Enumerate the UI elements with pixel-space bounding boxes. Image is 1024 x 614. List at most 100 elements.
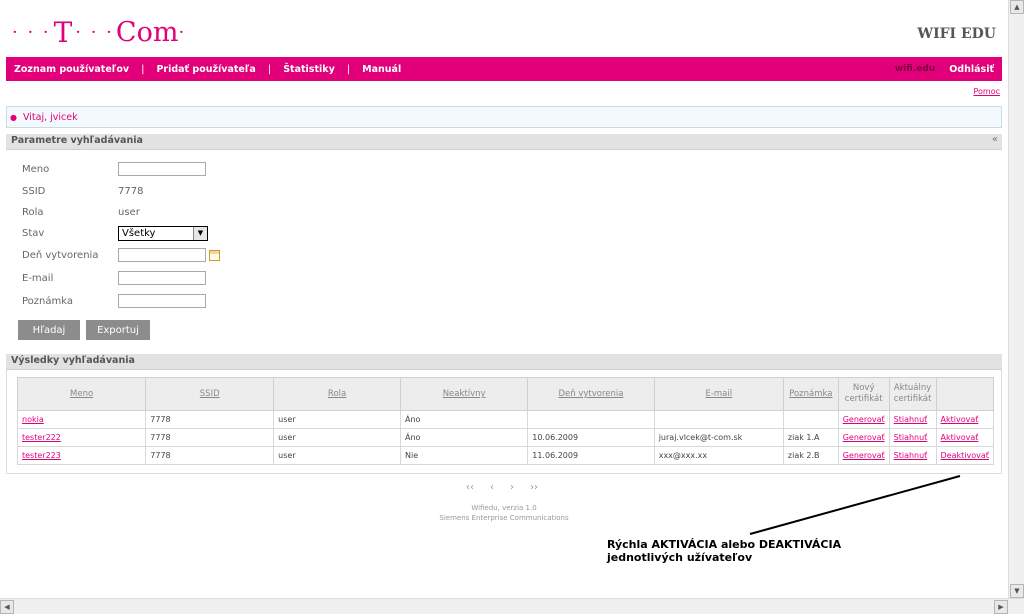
inactive-cell: Nie — [399, 446, 529, 465]
scroll-down-icon[interactable]: ▼ — [1010, 584, 1024, 598]
scroll-right-icon[interactable]: ▶ — [994, 600, 1008, 614]
export-button[interactable]: Exportuj — [86, 320, 150, 340]
created-cell — [527, 410, 655, 429]
email-cell — [653, 410, 784, 429]
created-cell: 11.06.2009 — [527, 446, 655, 465]
column-header-new-cert: Nový certifikát — [837, 377, 890, 411]
download-cert-link[interactable]: Stiahnuť — [894, 433, 928, 442]
role-cell: user — [273, 446, 401, 465]
note-cell — [782, 410, 839, 429]
logo-dots: · · · — [12, 21, 51, 43]
activate-link[interactable]: Aktivovať — [941, 415, 979, 424]
scroll-left-icon[interactable]: ◀ — [0, 600, 14, 614]
name-label: Meno — [22, 163, 50, 175]
nav-item-users[interactable]: Zoznam používateľov — [14, 64, 129, 75]
note-input[interactable] — [118, 294, 206, 308]
calendar-icon[interactable] — [209, 249, 220, 261]
nav-separator: | — [346, 63, 351, 75]
main-nav: Zoznam používateľov | Pridať používateľa… — [6, 57, 1002, 81]
column-header-note[interactable]: Poznámka — [782, 377, 839, 411]
role-value: user — [118, 206, 140, 218]
user-name-link[interactable]: tester222 — [22, 433, 61, 442]
generate-cert-link[interactable]: Generovať — [843, 451, 885, 460]
logo-com: Com — [115, 16, 179, 48]
nav-item-add-user[interactable]: Pridať používateľa — [156, 64, 255, 75]
t-com-logo: · · · T · · · Com · — [12, 15, 187, 49]
results-section-header: Výsledky vyhľadávania — [6, 354, 1002, 370]
form-row-name: Meno — [22, 160, 206, 178]
form-row-note: Poznámka — [22, 292, 206, 310]
horizontal-scrollbar[interactable]: ◀ ▶ — [0, 598, 1024, 614]
welcome-box: ● Vitaj, jvicek — [6, 106, 1002, 128]
app-title: WIFI EDU — [917, 26, 996, 42]
nav-item-manual[interactable]: Manuál — [362, 64, 401, 75]
table-row: tester223 7778 user Nie 11.06.2009 xxx@x… — [16, 446, 995, 465]
help-link[interactable]: Pomoc — [973, 87, 1000, 96]
annotation-line-2: jednotlivých užívateľov — [607, 551, 753, 564]
ssid-cell: 7778 — [145, 428, 275, 447]
column-header-current-cert: Aktuálny certifikát — [888, 377, 937, 411]
first-page-button[interactable]: ‹‹ — [466, 482, 474, 493]
inactive-cell: Áno — [399, 428, 529, 447]
search-section-title: Parametre vyhľadávania — [11, 135, 143, 146]
bullet-icon: ● — [10, 112, 17, 122]
created-cell: 10.06.2009 — [527, 428, 655, 447]
results-table: Meno SSID Rola Neaktívny Deň vytvorenia … — [16, 377, 995, 465]
search-button[interactable]: Hľadaj — [18, 320, 80, 340]
ssid-label: SSID — [22, 185, 46, 197]
nav-separator: | — [141, 63, 145, 75]
email-input[interactable] — [118, 271, 206, 285]
deactivate-link[interactable]: Deaktivovať — [941, 451, 989, 460]
collapse-icon[interactable]: « — [992, 134, 998, 145]
form-row-created: Deň vytvorenia — [22, 246, 220, 264]
note-label: Poznámka — [22, 295, 73, 307]
chevron-down-icon[interactable]: ▼ — [193, 226, 207, 240]
vertical-scrollbar[interactable]: ▲ ▼ — [1008, 0, 1024, 598]
name-input[interactable] — [118, 162, 206, 176]
form-row-state: Stav Všetky ▼ — [22, 224, 208, 242]
email-cell: juraj.vlcek@t-com.sk — [653, 428, 784, 447]
created-label: Deň vytvorenia — [22, 249, 99, 261]
logo-dots: · — [178, 21, 187, 43]
role-cell: user — [273, 428, 401, 447]
created-date-input[interactable] — [118, 248, 206, 262]
column-header-inactive[interactable]: Neaktívny — [399, 377, 529, 411]
column-header-action — [935, 377, 995, 411]
download-cert-link[interactable]: Stiahnuť — [894, 451, 928, 460]
activate-link[interactable]: Aktivovať — [941, 433, 979, 442]
search-section-header: Parametre vyhľadávania « — [6, 134, 1002, 150]
table-header-row: Meno SSID Rola Neaktívny Deň vytvorenia … — [16, 377, 995, 411]
generate-cert-link[interactable]: Generovať — [843, 433, 885, 442]
logo-t: T — [53, 15, 73, 49]
welcome-text: Vitaj, jvicek — [22, 111, 78, 123]
logout-link[interactable]: Odhlásiť — [949, 64, 994, 75]
last-page-button[interactable]: ›› — [530, 482, 538, 493]
email-label: E-mail — [22, 272, 54, 284]
column-header-role[interactable]: Rola — [273, 377, 401, 411]
form-row-ssid: SSID 7778 — [22, 182, 143, 200]
inactive-cell: Áno — [399, 410, 529, 429]
logo-dots: · · · — [75, 21, 114, 43]
page: · · · T · · · Com · WIFI EDU Zoznam použ… — [0, 0, 1008, 598]
state-select[interactable]: Všetky ▼ — [118, 225, 208, 241]
next-page-button[interactable]: › — [510, 482, 514, 493]
annotation-line-1: Rýchla AKTIVÁCIA alebo DEAKTIVÁCIA — [607, 538, 842, 551]
state-selected-value: Všetky — [122, 227, 156, 239]
prev-page-button[interactable]: ‹ — [490, 482, 494, 493]
column-header-name[interactable]: Meno — [16, 377, 147, 411]
state-label: Stav — [22, 227, 45, 239]
column-header-created[interactable]: Deň vytvorenia — [527, 377, 655, 411]
column-header-email[interactable]: E-mail — [653, 377, 784, 411]
note-cell: ziak 2.B — [782, 446, 839, 465]
user-name-link[interactable]: nokia — [22, 415, 44, 424]
download-cert-link[interactable]: Stiahnuť — [894, 415, 928, 424]
generate-cert-link[interactable]: Generovať — [843, 415, 885, 424]
annotation-arrow-line — [749, 475, 961, 535]
nav-item-statistics[interactable]: Štatistiky — [283, 64, 335, 75]
user-name-link[interactable]: tester223 — [22, 451, 61, 460]
ssid-cell: 7778 — [145, 410, 275, 429]
role-cell: user — [273, 410, 401, 429]
results-section-title: Výsledky vyhľadávania — [11, 355, 135, 366]
scroll-up-icon[interactable]: ▲ — [1010, 0, 1024, 14]
column-header-ssid[interactable]: SSID — [145, 377, 275, 411]
